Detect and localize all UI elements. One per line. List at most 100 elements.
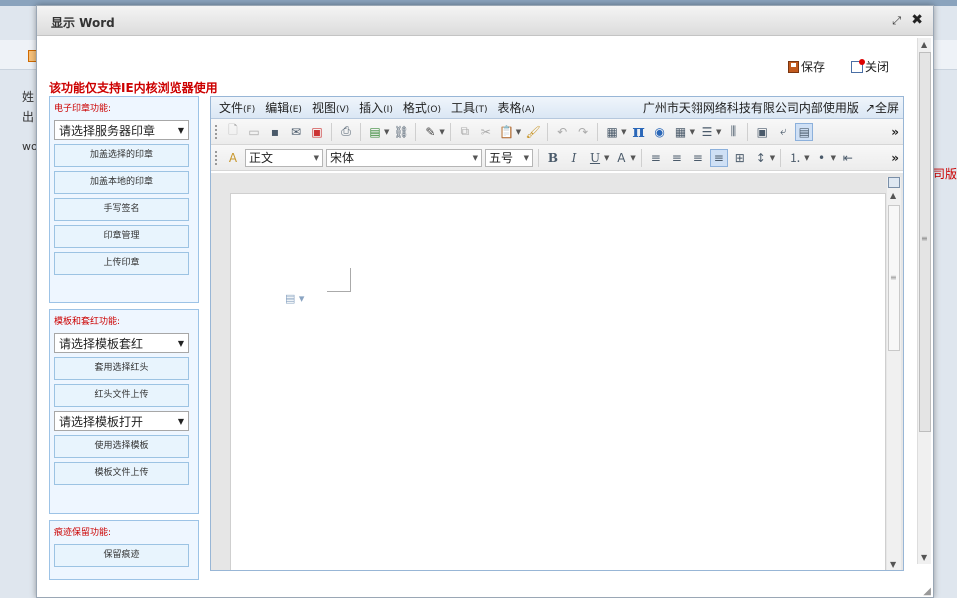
copy-icon[interactable]: ⧉ [456,123,474,141]
save-button[interactable]: 保存 [787,58,825,75]
menu-format[interactable]: 格式(O) [403,99,441,116]
pdf-icon[interactable]: ▣ [308,123,326,141]
insert-table-icon[interactable]: ▦ [672,123,690,141]
dropdown-arrow-icon[interactable]: ▼ [384,128,389,136]
open-template-select[interactable]: 请选择模板打开 ▼ [54,411,189,431]
ruler-toggle-icon[interactable] [888,177,900,188]
web-link-icon[interactable]: ◉ [651,123,669,141]
seal-management-button[interactable]: 印章管理 [54,225,189,248]
bold-icon[interactable]: B [544,149,562,167]
equation-pi-icon[interactable]: π [630,122,648,142]
menu-file[interactable]: 文件(F) [219,99,255,116]
toolbar-grip[interactable] [215,124,218,139]
menu-view[interactable]: 视图(V) [312,99,349,116]
dropdown-arrow-icon[interactable]: ▼ [604,154,609,162]
page-view-icon[interactable]: ▤ [795,122,814,141]
dropdown-arrow-icon[interactable]: ▼ [716,128,721,136]
keep-trace-button[interactable]: 保留痕迹 [54,544,189,567]
close-window-icon [850,58,865,73]
dropdown-arrow-icon[interactable]: ▼ [439,128,444,136]
menu-tools[interactable]: 工具(T) [451,99,488,116]
new-document-icon[interactable]: 🗋 [224,123,242,141]
menu-shortcut: (E) [289,105,302,115]
menu-table[interactable]: 表格(A) [498,99,535,116]
toolbar-grip[interactable] [215,150,218,165]
dropdown-arrow-icon[interactable]: ▼ [630,154,635,162]
align-center-icon[interactable]: ≡ [668,149,686,167]
form-icon[interactable]: ▦ [603,123,621,141]
font-dropdown[interactable]: 宋体 ▼ [326,148,482,167]
trace-panel: 痕迹保留功能: 保留痕迹 [49,520,199,580]
use-template-button[interactable]: 使用选择模板 [54,435,189,458]
document-page[interactable]: ▤ ▾ [230,193,886,570]
print-icon[interactable]: ⎙ [337,123,355,141]
dialog-scrollbar[interactable]: ▲ ≡ ▼ [917,38,931,564]
more-tools-icon[interactable]: » [891,125,899,139]
style-dropdown[interactable]: 正文 ▼ [245,148,323,167]
seal-panel: 电子印章功能: 请选择服务器印章 ▼ 加盖选择的印章 加盖本地的印章 手写签名 印… [49,96,199,303]
toolbar-separator [538,148,539,167]
font-size-dropdown[interactable]: 五号 ▼ [485,148,533,167]
scroll-up-icon[interactable]: ▲ [890,191,896,200]
dropdown-arrow-icon[interactable]: ▼ [621,128,626,136]
spellcheck-icon[interactable]: ✎ [421,123,439,141]
dropdown-arrow-icon[interactable]: ▼ [690,128,695,136]
insert-object-icon[interactable]: ▤ [366,123,384,141]
underline-icon[interactable]: U [586,149,604,167]
dropdown-arrow-icon: ▼ [177,125,184,135]
format-painter-icon[interactable]: 🖌 [524,123,542,141]
print-preview-icon[interactable]: ▣ [753,123,771,141]
columns-icon[interactable]: ☰ [698,123,716,141]
paste-options-icon[interactable]: ▤ ▾ [285,292,304,305]
dropdown-arrow-icon[interactable]: ▼ [831,154,836,162]
dialog-titlebar[interactable]: 显示 Word ⤢ ✖ [37,6,933,36]
scroll-down-icon[interactable]: ▼ [921,553,927,562]
outdent-icon[interactable]: ⇤ [839,149,857,167]
bullet-list-icon[interactable]: • [813,149,831,167]
upload-red-header-button[interactable]: 红头文件上传 [54,384,189,407]
styles-icon[interactable]: A [224,149,242,167]
italic-icon[interactable]: I [565,149,583,167]
dropdown-arrow-icon: ▼ [313,153,319,162]
distribute-icon[interactable]: ⊞ [731,149,749,167]
paste-icon[interactable]: 📋 [498,123,516,141]
menu-edit[interactable]: 编辑(E) [265,99,302,116]
line-spacing-icon[interactable]: ↕ [752,149,770,167]
font-size-value: 五号 [489,151,514,165]
handwritten-signature-button[interactable]: 手写签名 [54,198,189,221]
menu-insert[interactable]: 插入(I) [359,99,393,116]
dropdown-arrow-icon[interactable]: ▼ [804,154,809,162]
font-color-icon[interactable]: A [612,149,630,167]
upload-template-button[interactable]: 模板文件上传 [54,462,189,485]
undo-icon[interactable]: ↶ [553,123,571,141]
insert-field-icon[interactable]: ⤶ [774,123,792,141]
apply-selected-seal-button[interactable]: 加盖选择的印章 [54,144,189,167]
justify-icon[interactable]: ≡ [709,148,728,167]
hyperlink-icon[interactable]: ⛓ [392,123,410,141]
server-seal-select[interactable]: 请选择服务器印章 ▼ [54,120,189,140]
resize-grip-icon[interactable]: ◢ [923,586,931,597]
dropdown-arrow-icon[interactable]: ▼ [516,128,521,136]
document-scrollbar[interactable]: ▲ ≡ ▼ [887,177,901,570]
numbered-list-icon[interactable]: ⒈ [786,149,804,167]
close-icon[interactable]: ✖ [911,12,923,28]
redo-icon[interactable]: ↷ [574,123,592,141]
restore-icon[interactable]: ⤢ [892,14,901,28]
scroll-down-icon[interactable]: ▼ [890,560,896,569]
save-icon[interactable]: ▪ [266,123,284,141]
scroll-up-icon[interactable]: ▲ [921,40,927,49]
email-icon[interactable]: ✉ [287,123,305,141]
apply-local-seal-button[interactable]: 加盖本地的印章 [54,171,189,194]
cut-icon[interactable]: ✂ [477,123,495,141]
open-icon[interactable]: ▭ [245,123,263,141]
apply-red-header-button[interactable]: 套用选择红头 [54,357,189,380]
more-format-icon[interactable]: » [891,151,899,165]
dropdown-arrow-icon[interactable]: ▼ [770,154,775,162]
fullscreen-button[interactable]: ↗全屏 [865,99,899,116]
red-header-template-select[interactable]: 请选择模板套红 ▼ [54,333,189,353]
close-document-button[interactable]: 关闭 [850,58,889,75]
text-direction-icon[interactable]: ⫼ [724,123,742,141]
align-left-icon[interactable]: ≡ [647,149,665,167]
upload-seal-button[interactable]: 上传印章 [54,252,189,275]
align-right-icon[interactable]: ≡ [689,149,707,167]
